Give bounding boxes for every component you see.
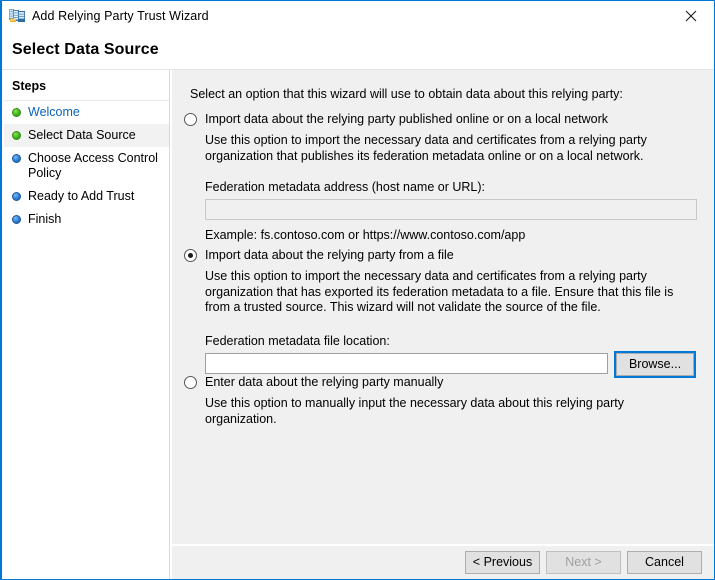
step-bullet-icon (12, 215, 21, 224)
window-title: Add Relying Party Trust Wizard (32, 9, 209, 23)
adfs-wizard-icon (9, 8, 25, 24)
step-bullet-icon (12, 154, 21, 163)
browse-button[interactable]: Browse... (614, 350, 696, 378)
sidebar-item-choose-access-control-policy[interactable]: Choose Access Control Policy (4, 147, 169, 185)
federation-file-label: Federation metadata file location: (205, 333, 390, 348)
option-description: Use this option to import the necessary … (205, 133, 647, 163)
option-import-online: Import data about the relying party publ… (172, 112, 714, 242)
sidebar-item-select-data-source[interactable]: Select Data Source (4, 124, 169, 147)
federation-metadata-address-input[interactable] (205, 199, 697, 220)
federation-metadata-file-input[interactable] (205, 352, 608, 374)
federation-file-group: Federation metadata file location: Brows… (205, 333, 714, 378)
page-title: Select Data Source (12, 41, 159, 58)
step-bullet-icon (12, 131, 21, 140)
steps-sidebar: Steps Welcome Select Data Source Choose … (4, 70, 170, 579)
footer-button-bar: < Previous Next > Cancel (172, 546, 714, 579)
wizard-window: Add Relying Party Trust Wizard Select Da… (0, 0, 715, 580)
steps-list: Welcome Select Data Source Choose Access… (4, 101, 169, 231)
close-icon[interactable] (668, 1, 714, 30)
option-import-from-file: Import data about the relying party from… (172, 248, 714, 378)
federation-address-group: Federation metadata address (host name o… (205, 180, 714, 242)
sidebar-item-label: Welcome (28, 105, 80, 119)
title-bar: Add Relying Party Trust Wizard (2, 1, 714, 31)
previous-button[interactable]: < Previous (465, 551, 540, 574)
next-button[interactable]: Next > (546, 551, 621, 574)
radio-label: Enter data about the relying party manua… (205, 375, 444, 389)
intro-text: Select an option that this wizard will u… (190, 87, 623, 101)
radio-enter-manually[interactable] (184, 376, 197, 389)
radio-import-online[interactable] (184, 113, 197, 126)
sidebar-item-label: Ready to Add Trust (28, 189, 135, 203)
radio-row-import-online[interactable]: Import data about the relying party publ… (172, 112, 714, 127)
sidebar-item-label: Choose Access Control Policy (28, 151, 158, 180)
federation-address-example: Example: fs.contoso.com or https://www.c… (205, 228, 526, 242)
sidebar-item-finish[interactable]: Finish (4, 208, 169, 231)
content-panel: Select an option that this wizard will u… (172, 70, 714, 544)
sidebar-item-welcome[interactable]: Welcome (4, 101, 169, 124)
step-bullet-icon (12, 192, 21, 201)
option-enter-manually: Enter data about the relying party manua… (172, 375, 714, 427)
steps-heading: Steps (12, 79, 47, 93)
option-description: Use this option to manually input the ne… (205, 396, 624, 426)
sidebar-item-ready-to-add-trust[interactable]: Ready to Add Trust (4, 185, 169, 208)
step-bullet-icon (12, 108, 21, 117)
sidebar-item-label: Finish (28, 212, 62, 226)
cancel-button[interactable]: Cancel (627, 551, 702, 574)
radio-label: Import data about the relying party publ… (205, 112, 609, 126)
radio-import-from-file[interactable] (184, 249, 197, 262)
radio-row-import-from-file[interactable]: Import data about the relying party from… (172, 248, 714, 263)
radio-row-enter-manually[interactable]: Enter data about the relying party manua… (172, 375, 714, 390)
sidebar-item-label: Select Data Source (28, 128, 136, 142)
option-description: Use this option to import the necessary … (205, 269, 674, 314)
federation-address-label: Federation metadata address (host name o… (205, 180, 485, 194)
radio-label: Import data about the relying party from… (205, 248, 454, 262)
